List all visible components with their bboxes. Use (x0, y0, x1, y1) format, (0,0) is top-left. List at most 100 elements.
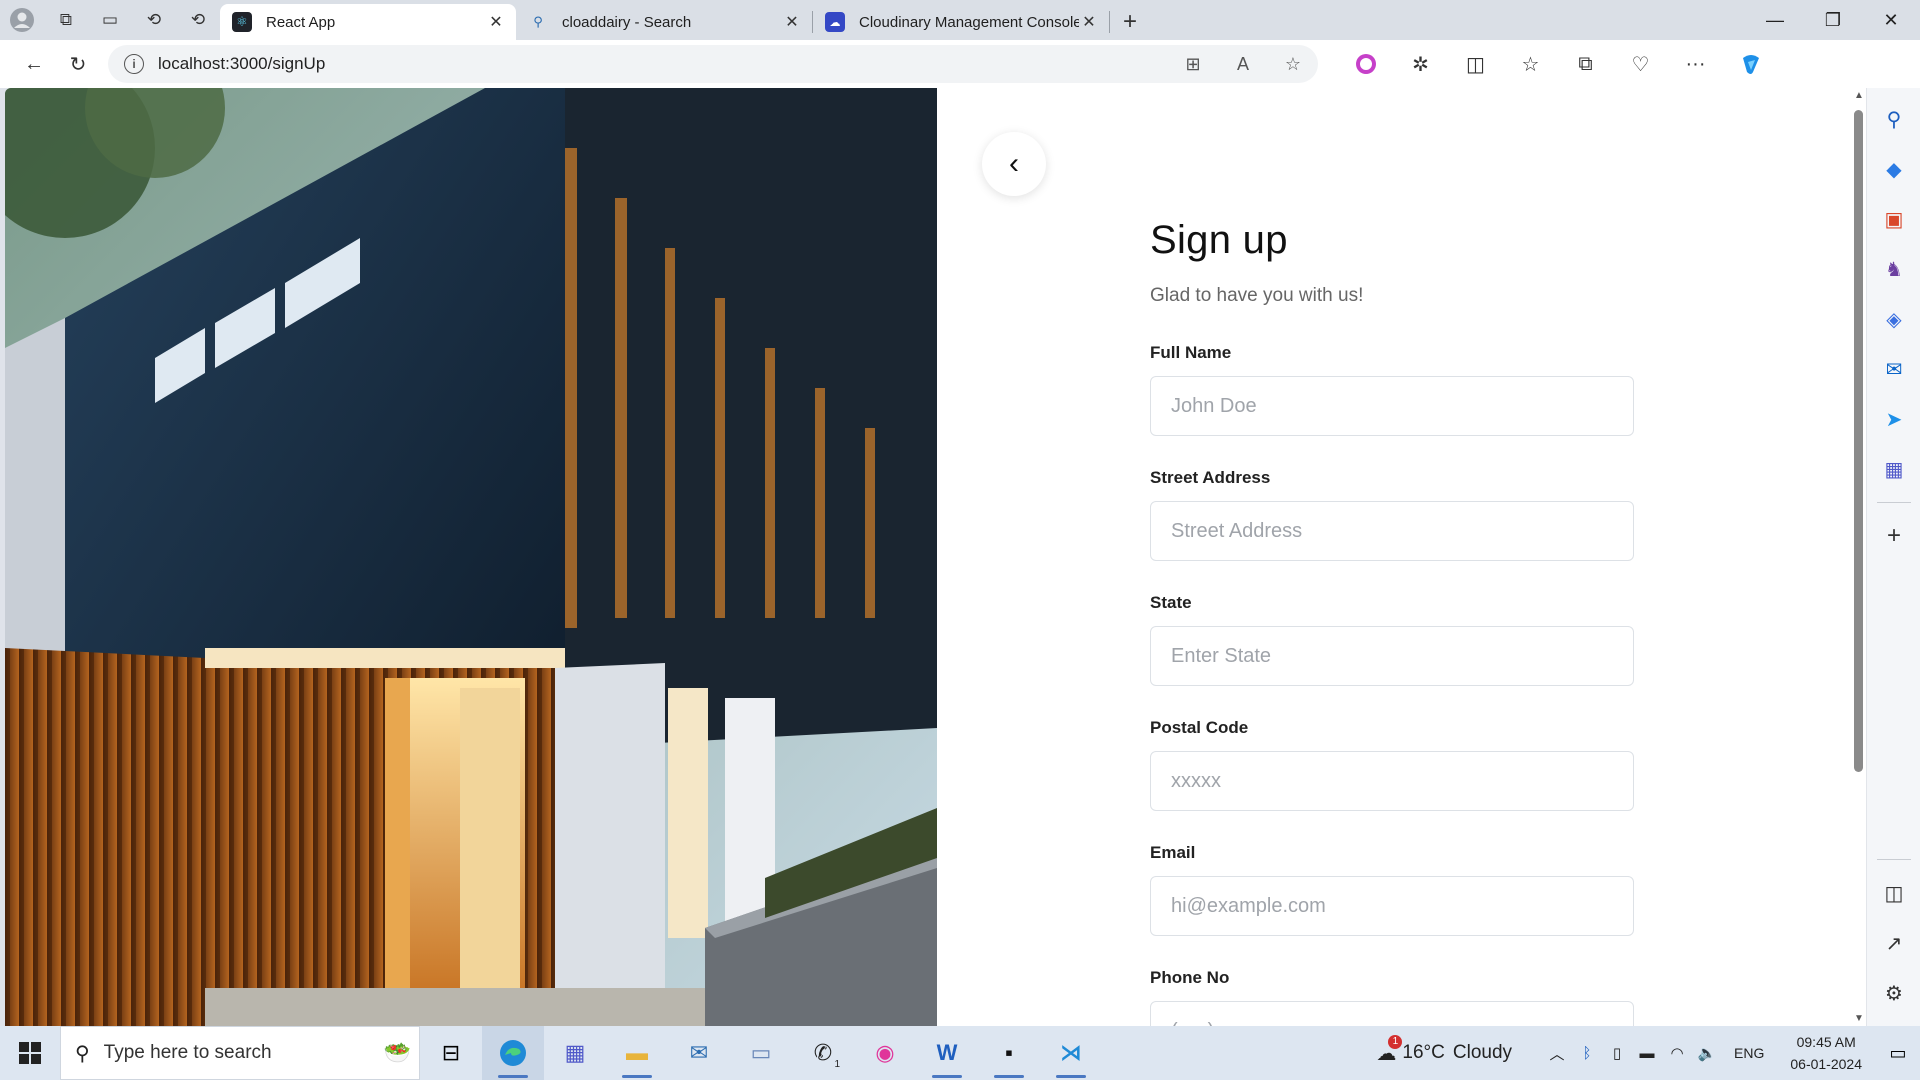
terminal-icon[interactable]: ▪ (978, 1026, 1040, 1080)
drop-icon[interactable]: ➤ (1867, 394, 1920, 444)
profile-icon[interactable] (0, 0, 44, 40)
teams-icon[interactable]: ▦ (1867, 444, 1920, 494)
tools-icon[interactable]: ▣ (1867, 194, 1920, 244)
email-input[interactable]: hi@example.com (1150, 876, 1634, 936)
tab-react-app[interactable]: ⚛ React App ✕ (220, 4, 516, 40)
postal-code-label: Postal Code (1150, 718, 1249, 737)
address-bar[interactable]: i localhost:3000/signUp ⊞ A ☆ (108, 45, 1318, 83)
tab-cloudinary[interactable]: ☁ Cloudinary Management Console ✕ (813, 4, 1109, 40)
sidebar-divider (1877, 859, 1911, 860)
mail-icon[interactable]: ✉ (668, 1026, 730, 1080)
extension-icon-1[interactable]: ⟲ (132, 0, 176, 40)
network-share-icon[interactable]: ▭ (730, 1026, 792, 1080)
scrollbar-thumb[interactable] (1854, 110, 1863, 772)
volume-icon[interactable]: 🔈 (1692, 1044, 1722, 1062)
favorites-icon[interactable]: ☆ (1503, 46, 1558, 82)
more-icon[interactable]: ··· (1668, 46, 1723, 82)
page-title: Sign up (1150, 218, 1288, 262)
phone-input[interactable]: (xxx) xxx-xxxx (1150, 1001, 1634, 1026)
tab-actions-icon[interactable]: ▭ (88, 0, 132, 40)
street-address-input[interactable]: Street Address (1150, 501, 1634, 561)
state-field: State Enter State (1150, 593, 1634, 686)
file-explorer-icon[interactable]: ▬ (606, 1026, 668, 1080)
full-name-label: Full Name (1150, 343, 1232, 362)
wps-office-icon[interactable]: ◉ (854, 1026, 916, 1080)
state-input[interactable]: Enter State (1150, 626, 1634, 686)
tab-title: cloaddairy - Search (562, 13, 692, 31)
info-icon[interactable]: i (124, 54, 144, 74)
browser-essentials-icon[interactable]: ♡ (1613, 46, 1668, 82)
battery-icon[interactable]: ▬ (1632, 1045, 1662, 1062)
refresh-icon[interactable]: ↻ (56, 46, 100, 82)
restore-icon[interactable]: ❐ (1804, 0, 1862, 40)
wifi-icon[interactable]: ◠ (1662, 1044, 1692, 1062)
microsoft-365-icon[interactable]: ◈ (1867, 294, 1920, 344)
language-indicator[interactable]: ENG (1734, 1045, 1764, 1061)
page-viewport: ‹ Sign up Glad to have you with us! Full… (5, 88, 1851, 1026)
close-icon[interactable]: ✕ (1079, 12, 1099, 32)
vscode-icon[interactable]: ⋊ (1040, 1026, 1102, 1080)
workspaces-icon[interactable]: ⧉ (44, 0, 88, 40)
search-icon: ⚲ (533, 14, 543, 29)
copilot-icon[interactable] (1723, 46, 1778, 82)
back-button[interactable]: ‹ (982, 132, 1046, 196)
color-extension-icon[interactable] (1338, 46, 1393, 82)
teams-icon[interactable]: ▦ (544, 1026, 606, 1080)
close-window-icon[interactable]: ✕ (1862, 0, 1920, 40)
windows-taskbar: ⚲ Type here to search 🥗 ⊟ ▦ ▬ ✉ ▭ ✆ 1 ◉ W… (0, 1026, 1920, 1080)
scroll-down-icon[interactable]: ▼ (1854, 1013, 1864, 1024)
bluetooth-icon[interactable]: ᛒ (1572, 1045, 1602, 1062)
tab-search[interactable]: ⚲ cloaddairy - Search ✕ (516, 4, 812, 40)
windows-start-icon[interactable] (0, 1026, 60, 1080)
clock[interactable]: 09:45 AM 06-01-2024 (1790, 1031, 1862, 1075)
weather-condition: Cloudy (1452, 1042, 1513, 1063)
whatsapp-icon[interactable]: ✆ 1 (792, 1026, 854, 1080)
external-link-icon[interactable]: ↗ (1867, 918, 1920, 968)
close-icon[interactable]: ✕ (486, 12, 506, 32)
state-label: State (1150, 593, 1192, 612)
full-name-input[interactable]: John Doe (1150, 376, 1634, 436)
collections-icon[interactable]: ⧉ (1558, 46, 1613, 82)
hide-sidebar-icon[interactable]: ◫ (1867, 868, 1920, 918)
minimize-icon[interactable]: — (1746, 0, 1804, 40)
clock-date: 06-01-2024 (1790, 1056, 1862, 1072)
app-available-icon[interactable]: ⊞ (1168, 54, 1218, 75)
phone-field: Phone No (xxx) xxx-xxxx (1150, 968, 1634, 1026)
full-name-field: Full Name John Doe (1150, 343, 1634, 436)
clock-time: 09:45 AM (1796, 1034, 1856, 1050)
device-icon[interactable]: ▯ (1602, 1044, 1632, 1062)
read-aloud-icon[interactable]: A (1218, 54, 1268, 75)
page-scrollbar[interactable]: ▲ ▼ (1851, 88, 1866, 1026)
back-arrow-icon[interactable]: ← (12, 46, 56, 82)
weather-alert-badge: 1 (1388, 1034, 1403, 1049)
outlook-icon[interactable]: ✉ (1867, 344, 1920, 394)
games-icon[interactable]: ♞ (1867, 244, 1920, 294)
close-icon[interactable]: ✕ (782, 12, 802, 32)
email-label: Email (1150, 843, 1196, 862)
extensions-icon[interactable]: ✲ (1393, 46, 1448, 82)
scroll-up-icon[interactable]: ▲ (1854, 90, 1864, 101)
chevron-up-icon[interactable]: ︿ (1542, 1043, 1572, 1064)
url-text[interactable]: localhost:3000/signUp (158, 54, 1168, 74)
search-icon[interactable]: ⚲ (1867, 94, 1920, 144)
split-screen-icon[interactable]: ◫ (1448, 46, 1503, 82)
street-address-field: Street Address Street Address (1150, 468, 1634, 561)
favorite-star-icon[interactable]: ☆ (1268, 54, 1318, 75)
shopping-tag-icon[interactable]: ◆ (1867, 144, 1920, 194)
sidebar-divider (1877, 502, 1911, 503)
task-view-icon[interactable]: ⊟ (420, 1026, 482, 1080)
postal-code-input[interactable]: xxxxx (1150, 751, 1634, 811)
edge-browser-icon[interactable] (482, 1026, 544, 1080)
search-highlight-icon: 🥗 (383, 1040, 411, 1065)
settings-gear-icon[interactable]: ⚙ (1867, 968, 1920, 1018)
notification-icon[interactable]: ▭ (1876, 1043, 1920, 1064)
taskbar-search-box[interactable]: ⚲ Type here to search 🥗 (60, 1026, 420, 1080)
new-tab-button[interactable]: + (1110, 4, 1150, 40)
word-icon[interactable]: W (916, 1026, 978, 1080)
chevron-left-icon: ‹ (1009, 147, 1019, 180)
weather-widget[interactable]: ☁ 1 16°C Cloudy (1376, 1034, 1513, 1066)
email-field: Email hi@example.com (1150, 843, 1634, 936)
add-icon[interactable]: + (1867, 511, 1920, 561)
notification-badge: 1 (834, 1059, 840, 1070)
extension-icon-2[interactable]: ⟲ (176, 0, 220, 40)
